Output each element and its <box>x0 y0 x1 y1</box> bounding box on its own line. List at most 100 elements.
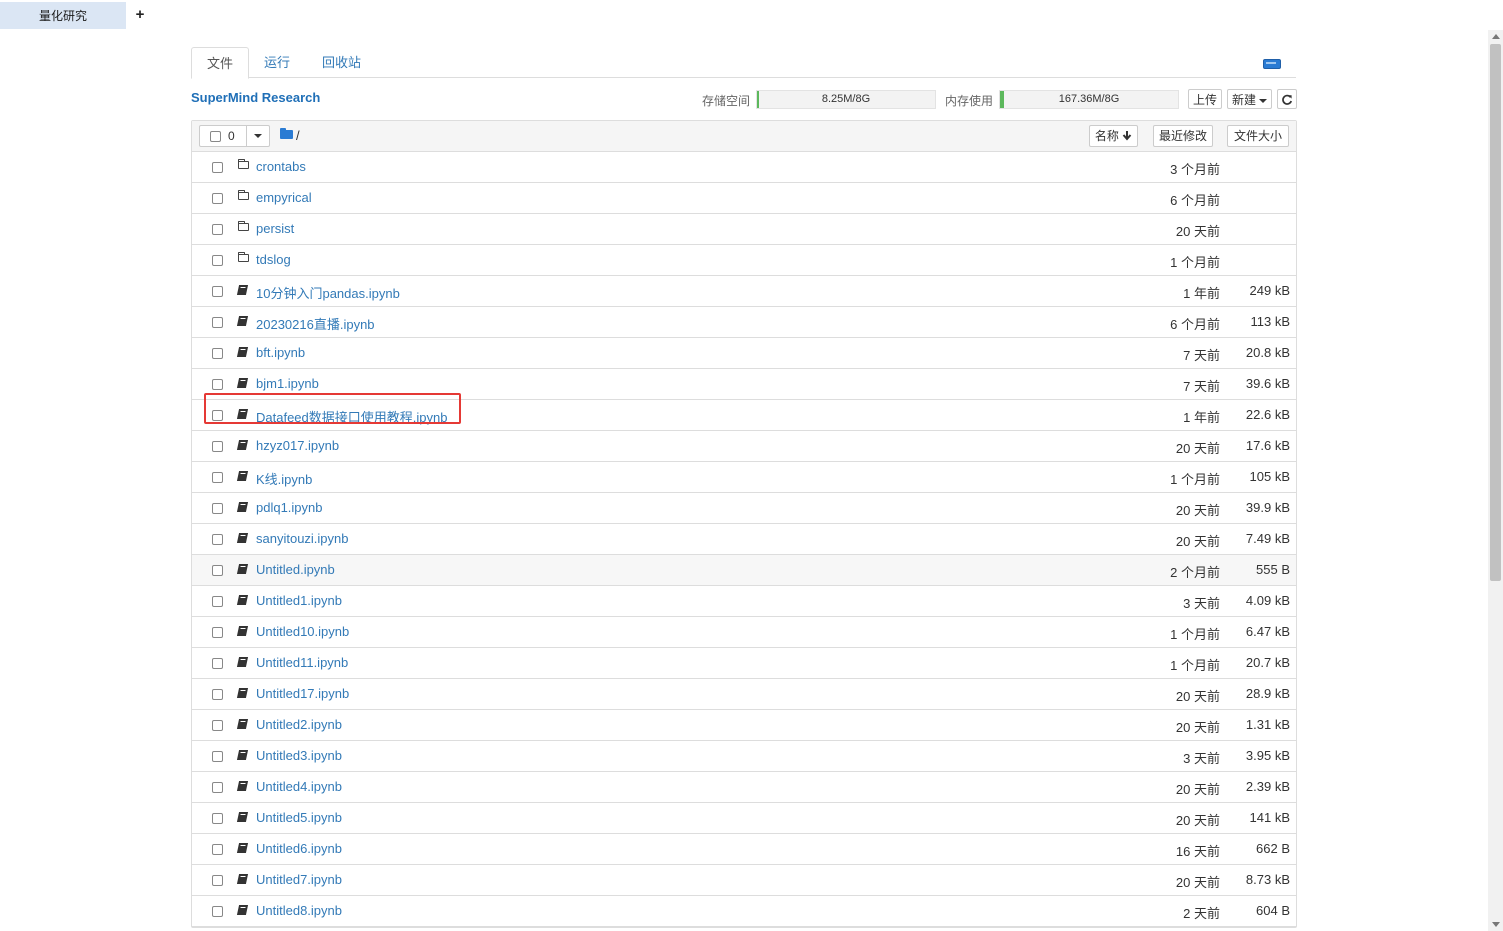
file-name-link[interactable]: crontabs <box>256 159 306 174</box>
row-checkbox[interactable] <box>212 255 223 266</box>
file-name-link[interactable]: Untitled4.ipynb <box>256 779 342 794</box>
row-checkbox[interactable] <box>212 844 223 855</box>
file-row[interactable]: pdlq1.ipynb 20 天前 39.9 kB <box>192 493 1296 524</box>
refresh-button[interactable] <box>1277 89 1297 109</box>
file-name-link[interactable]: 20230216直播.ipynb <box>256 314 375 333</box>
scrollbar-thumb[interactable] <box>1490 44 1501 581</box>
new-tab-button[interactable]: + <box>133 6 147 24</box>
file-name-link[interactable]: Untitled11.ipynb <box>256 655 348 670</box>
file-name-link[interactable]: persist <box>256 221 294 236</box>
file-row[interactable]: Untitled10.ipynb 1 个月前 6.47 kB <box>192 617 1296 648</box>
file-name-link[interactable]: Untitled6.ipynb <box>256 841 342 856</box>
file-row[interactable]: Untitled17.ipynb 20 天前 28.9 kB <box>192 679 1296 710</box>
file-row[interactable]: persist 20 天前 <box>192 214 1296 245</box>
upload-button[interactable]: 上传 <box>1188 89 1222 109</box>
row-checkbox[interactable] <box>212 193 223 204</box>
tab-trash[interactable]: 回收站 <box>307 47 376 77</box>
storage-label: 存储空间 <box>702 94 751 108</box>
file-row[interactable]: Untitled7.ipynb 20 天前 8.73 kB <box>192 865 1296 896</box>
row-checkbox[interactable] <box>212 720 223 731</box>
row-checkbox[interactable] <box>212 689 223 700</box>
file-name-link[interactable]: bjm1.ipynb <box>256 376 319 391</box>
select-menu-dropdown[interactable] <box>247 126 269 146</box>
file-name-link[interactable]: Untitled3.ipynb <box>256 748 342 763</box>
sort-by-modified-button[interactable]: 最近修改 <box>1153 125 1213 147</box>
file-name-link[interactable]: K线.ipynb <box>256 469 312 488</box>
file-name-link[interactable]: Untitled7.ipynb <box>256 872 342 887</box>
file-name-link[interactable]: Untitled17.ipynb <box>256 686 349 701</box>
row-checkbox[interactable] <box>212 596 223 607</box>
file-name-link[interactable]: bft.ipynb <box>256 345 305 360</box>
file-name-link[interactable]: Untitled5.ipynb <box>256 810 342 825</box>
file-row[interactable]: Untitled.ipynb 2 个月前 555 B <box>192 555 1296 586</box>
row-checkbox[interactable] <box>212 317 223 328</box>
sort-by-name-button[interactable]: 名称 <box>1089 125 1138 147</box>
file-row[interactable]: bft.ipynb 7 天前 20.8 kB <box>192 338 1296 369</box>
file-row[interactable]: Untitled8.ipynb 2 天前 604 B <box>192 896 1296 927</box>
file-name-link[interactable]: tdslog <box>256 252 291 267</box>
row-checkbox[interactable] <box>212 472 223 483</box>
notebook-icon <box>236 471 249 481</box>
row-checkbox[interactable] <box>212 379 223 390</box>
row-checkbox[interactable] <box>212 658 223 669</box>
select-all-toggle[interactable]: 0 <box>200 126 247 146</box>
file-row[interactable]: 20230216直播.ipynb 6 个月前 113 kB <box>192 307 1296 338</box>
row-checkbox[interactable] <box>212 410 223 421</box>
row-checkbox[interactable] <box>212 441 223 452</box>
file-name-link[interactable]: Untitled10.ipynb <box>256 624 349 639</box>
notebook-icon-shape <box>236 626 249 636</box>
file-name-link[interactable]: Untitled1.ipynb <box>256 593 342 608</box>
file-row[interactable]: tdslog 1 个月前 <box>192 245 1296 276</box>
file-name-link[interactable]: Untitled.ipynb <box>256 562 335 577</box>
scroll-down-arrow-icon[interactable] <box>1492 922 1500 927</box>
file-row[interactable]: K线.ipynb 1 个月前 105 kB <box>192 462 1296 493</box>
row-checkbox[interactable] <box>212 565 223 576</box>
row-checkbox[interactable] <box>212 348 223 359</box>
file-row[interactable]: Untitled4.ipynb 20 天前 2.39 kB <box>192 772 1296 803</box>
file-row[interactable]: sanyitouzi.ipynb 20 天前 7.49 kB <box>192 524 1296 555</box>
file-row[interactable]: Untitled2.ipynb 20 天前 1.31 kB <box>192 710 1296 741</box>
file-row[interactable]: hzyz017.ipynb 20 天前 17.6 kB <box>192 431 1296 462</box>
row-checkbox[interactable] <box>212 906 223 917</box>
file-row[interactable]: Untitled11.ipynb 1 个月前 20.7 kB <box>192 648 1296 679</box>
file-name-link[interactable]: Untitled2.ipynb <box>256 717 342 732</box>
file-name-link[interactable]: empyrical <box>256 190 312 205</box>
select-all-checkbox[interactable] <box>210 130 221 142</box>
file-row[interactable]: bjm1.ipynb 7 天前 39.6 kB <box>192 369 1296 400</box>
row-checkbox[interactable] <box>212 224 223 235</box>
file-name-link[interactable]: sanyitouzi.ipynb <box>256 531 349 546</box>
breadcrumb-root[interactable]: / <box>296 128 300 143</box>
file-row[interactable]: Datafeed数据接口使用教程.ipynb 1 年前 22.6 kB <box>192 400 1296 431</box>
row-checkbox[interactable] <box>212 286 223 297</box>
file-row[interactable]: crontabs 3 个月前 <box>192 152 1296 183</box>
file-name-link[interactable]: pdlq1.ipynb <box>256 500 323 515</box>
row-checkbox[interactable] <box>212 782 223 793</box>
tab-running[interactable]: 运行 <box>249 47 305 77</box>
sort-by-size-button[interactable]: 文件大小 <box>1227 125 1289 147</box>
file-size: 105 kB <box>1249 469 1290 484</box>
file-row[interactable]: Untitled1.ipynb 3 天前 4.09 kB <box>192 586 1296 617</box>
file-row[interactable]: 10分钟入门pandas.ipynb 1 年前 249 kB <box>192 276 1296 307</box>
row-checkbox[interactable] <box>212 534 223 545</box>
app-tab-quant-research[interactable]: 量化研究 <box>0 2 126 29</box>
file-row[interactable]: Untitled5.ipynb 20 天前 141 kB <box>192 803 1296 834</box>
new-dropdown-button[interactable]: 新建 <box>1227 89 1272 109</box>
row-checkbox[interactable] <box>212 751 223 762</box>
file-row[interactable]: empyrical 6 个月前 <box>192 183 1296 214</box>
file-name-link[interactable]: Untitled8.ipynb <box>256 903 342 918</box>
file-row[interactable]: Untitled3.ipynb 3 天前 3.95 kB <box>192 741 1296 772</box>
row-checkbox[interactable] <box>212 875 223 886</box>
select-all-control[interactable]: 0 <box>199 125 270 147</box>
row-checkbox[interactable] <box>212 813 223 824</box>
row-checkbox[interactable] <box>212 627 223 638</box>
file-row[interactable]: Untitled6.ipynb 16 天前 662 B <box>192 834 1296 865</box>
scroll-up-arrow-icon[interactable] <box>1492 34 1500 39</box>
tab-files[interactable]: 文件 <box>191 47 250 79</box>
vertical-scrollbar[interactable] <box>1488 30 1503 931</box>
file-name-link[interactable]: 10分钟入门pandas.ipynb <box>256 283 400 302</box>
row-checkbox[interactable] <box>212 503 223 514</box>
notebook-icon <box>236 688 249 698</box>
file-name-link[interactable]: Datafeed数据接口使用教程.ipynb <box>256 407 447 426</box>
row-checkbox[interactable] <box>212 162 223 173</box>
file-name-link[interactable]: hzyz017.ipynb <box>256 438 339 453</box>
